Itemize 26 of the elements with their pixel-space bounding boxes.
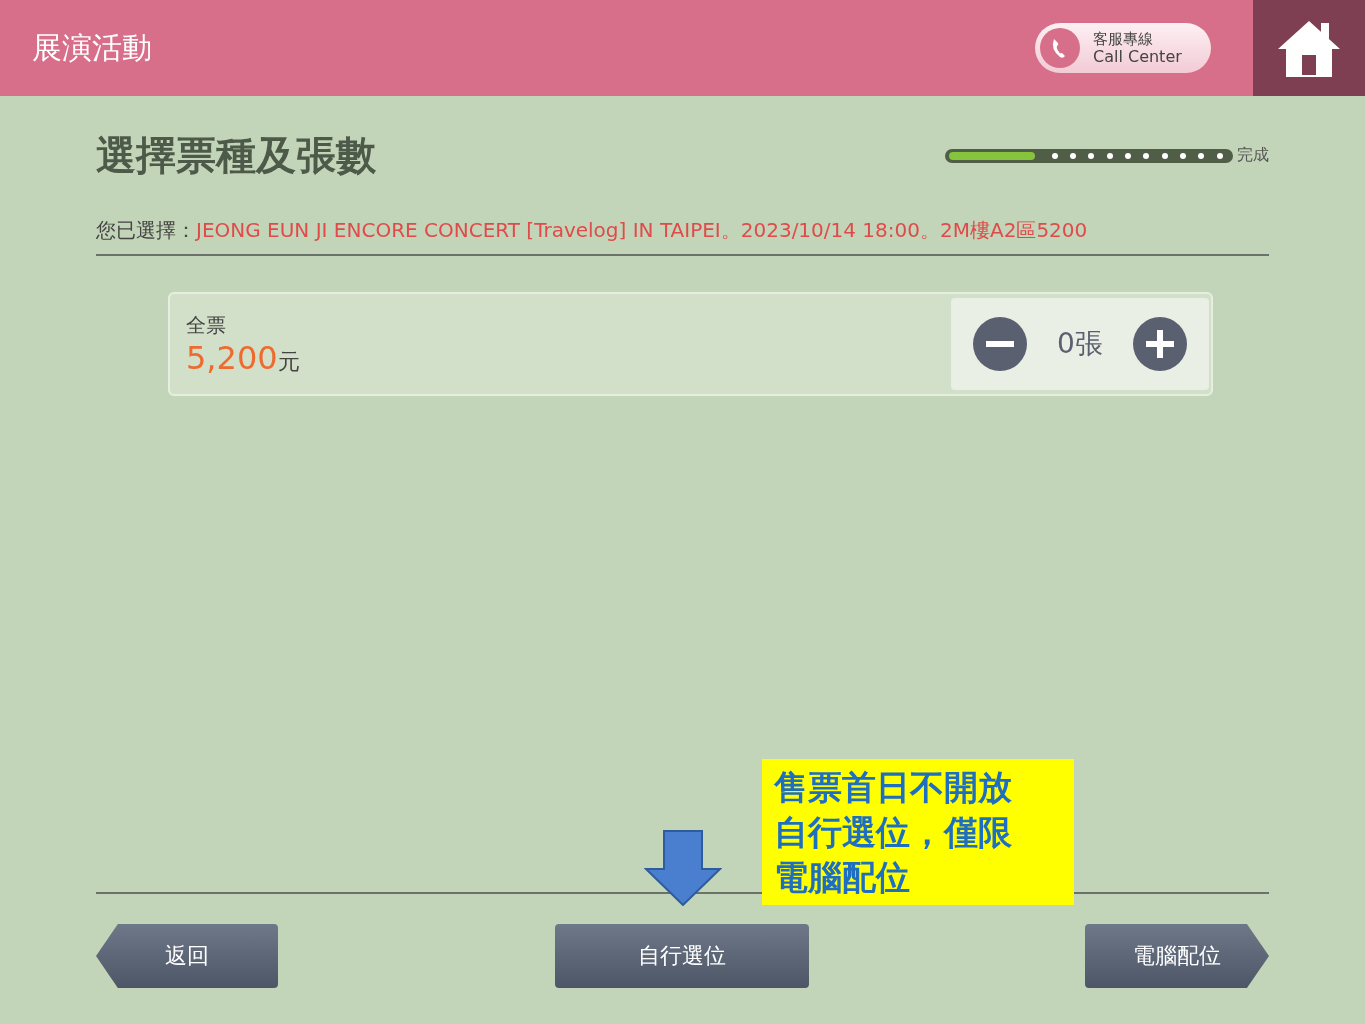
selection-value: JEONG EUN JI ENCORE CONCERT [Travelog] IN TAIPEI。2023/10/14 18:00。2M樓A2區5200 <box>196 217 1088 244</box>
notice-text: 自行選位，僅限 <box>774 811 1013 854</box>
progress-end-label: 完成 <box>1237 145 1269 166</box>
decrease-button[interactable] <box>973 317 1027 371</box>
increase-button[interactable] <box>1133 317 1187 371</box>
ticket-type: 全票 <box>186 311 227 339</box>
nav-button[interactable]: 電腦配位 <box>1085 924 1269 988</box>
nav-button[interactable]: 自行選位 <box>554 924 809 988</box>
down-arrow-icon <box>644 830 722 906</box>
currency-label: 元 <box>277 347 300 376</box>
phone-icon <box>1039 27 1081 69</box>
minus-icon <box>986 341 1014 347</box>
back-button[interactable]: 返回 <box>96 924 278 988</box>
notice-text: 售票首日不開放 <box>774 766 1013 809</box>
home-button[interactable] <box>1253 0 1365 96</box>
selection-label: 您已選擇： <box>96 217 196 244</box>
ticket-count: 0張 <box>1057 326 1103 362</box>
call-center-label: 客服專線 <box>1093 30 1154 48</box>
call-center-label: Call Center <box>1093 48 1182 66</box>
notice-text: 電腦配位 <box>774 856 911 899</box>
call-center-button[interactable]: 客服專線 Call Center <box>1035 23 1211 73</box>
ticket-price: 5,200 <box>186 338 278 377</box>
plus-icon <box>1146 330 1174 358</box>
page-title: 選擇票種及張數 <box>96 131 376 180</box>
header-title: 展演活動 <box>32 28 153 67</box>
home-icon <box>1278 19 1340 77</box>
